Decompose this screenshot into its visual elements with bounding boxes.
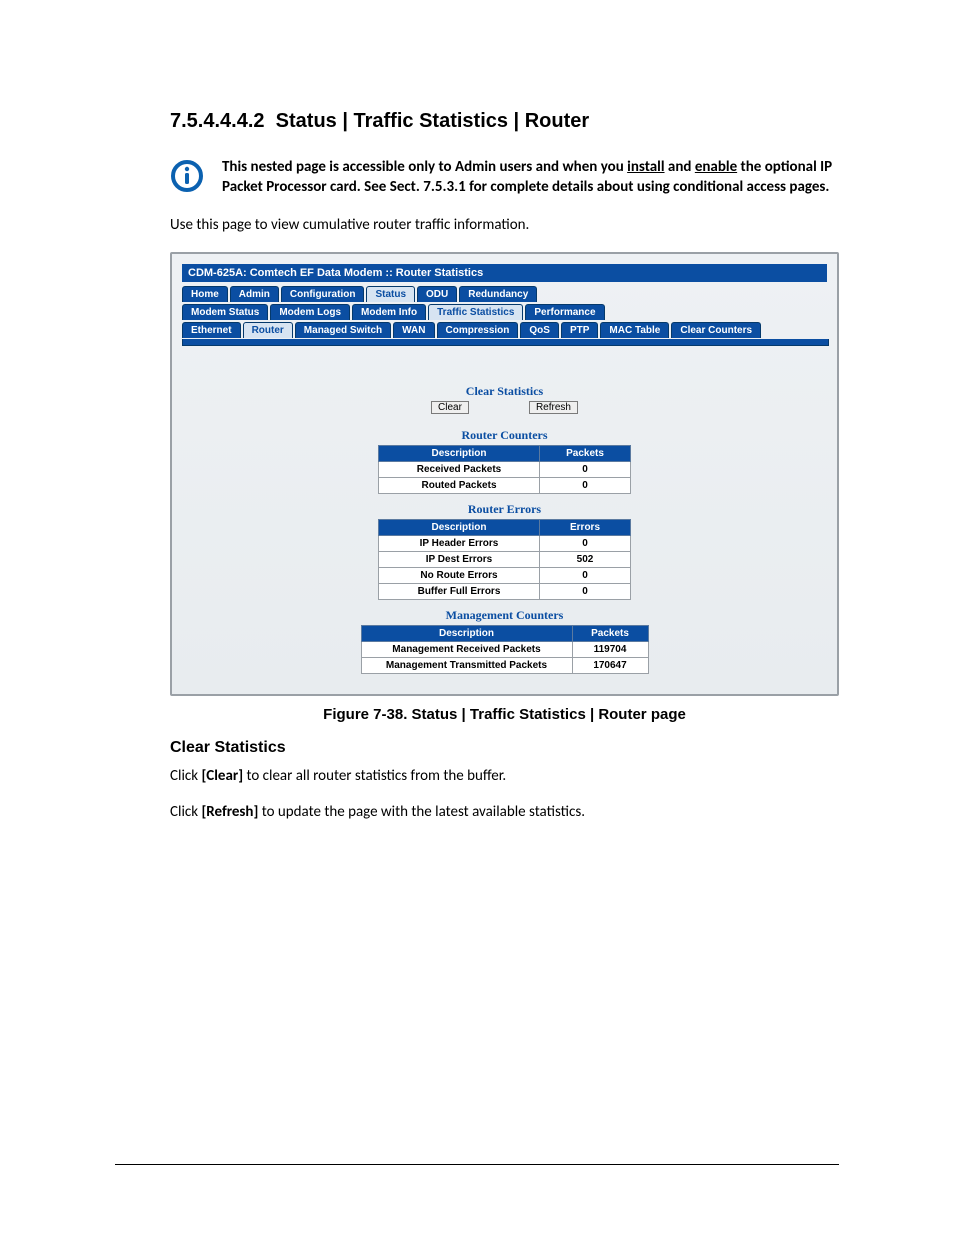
tab-traffic-statistics[interactable]: Traffic Statistics [428,304,523,320]
tab-managed-switch[interactable]: Managed Switch [295,322,391,338]
tab-ptp[interactable]: PTP [561,322,598,338]
table-row: Routed Packets0 [379,478,631,494]
clear-instruction: Click [Clear] to clear all router statis… [170,767,839,785]
router-counters-title: Router Counters [461,428,547,443]
tab-admin[interactable]: Admin [230,286,279,302]
table-row: Management Received Packets119704 [361,642,648,658]
management-counters-table: DescriptionPackets Management Received P… [361,625,649,674]
tab-modem-status[interactable]: Modem Status [182,304,268,320]
clear-statistics-heading: Clear Statistics [170,739,839,757]
tab-status[interactable]: Status [366,286,415,302]
refresh-button[interactable]: Refresh [529,401,578,414]
tab-compression[interactable]: Compression [437,322,519,338]
router-counters-table: DescriptionPackets Received Packets0Rout… [378,445,631,494]
admin-note: This nested page is accessible only to A… [222,157,839,198]
table-row: IP Header Errors0 [379,536,631,552]
footer-rule [115,1164,839,1165]
screenshot-figure: CDM-625A: Comtech EF Data Modem :: Route… [170,252,839,696]
tab-qos[interactable]: QoS [520,322,559,338]
refresh-instruction: Click [Refresh] to update the page with … [170,803,839,821]
tab-router[interactable]: Router [243,322,293,338]
router-errors-table: DescriptionErrors IP Header Errors0IP De… [378,519,631,600]
section-number: 7.5.4.4.4.2 [170,110,265,132]
tab-home[interactable]: Home [182,286,228,302]
tab-configuration[interactable]: Configuration [281,286,365,302]
tab-ethernet[interactable]: Ethernet [182,322,241,338]
tab-modem-info[interactable]: Modem Info [352,304,426,320]
section-heading: 7.5.4.4.4.2 Status | Traffic Statistics … [170,110,839,133]
tab-mac-table[interactable]: MAC Table [600,322,669,338]
intro-text: Use this page to view cumulative router … [170,216,839,234]
table-row: IP Dest Errors502 [379,552,631,568]
tab-wan[interactable]: WAN [393,322,434,338]
tab-clear-counters[interactable]: Clear Counters [671,322,761,338]
tab-modem-logs[interactable]: Modem Logs [270,304,350,320]
window-title: CDM-625A: Comtech EF Data Modem :: Route… [182,264,827,282]
tab-performance[interactable]: Performance [525,304,604,320]
table-row: Received Packets0 [379,462,631,478]
clear-statistics-title: Clear Statistics [466,384,543,399]
management-counters-title: Management Counters [446,608,564,623]
tab-redundancy[interactable]: Redundancy [459,286,537,302]
info-icon [170,159,204,198]
section-title: Status | Traffic Statistics | Router [276,110,590,132]
router-errors-title: Router Errors [468,502,541,517]
figure-caption: Figure 7-38. Status | Traffic Statistics… [170,706,839,723]
clear-button[interactable]: Clear [431,401,469,414]
table-row: Management Transmitted Packets170647 [361,658,648,674]
tab-odu[interactable]: ODU [417,286,457,302]
table-row: Buffer Full Errors0 [379,584,631,600]
table-row: No Route Errors0 [379,568,631,584]
